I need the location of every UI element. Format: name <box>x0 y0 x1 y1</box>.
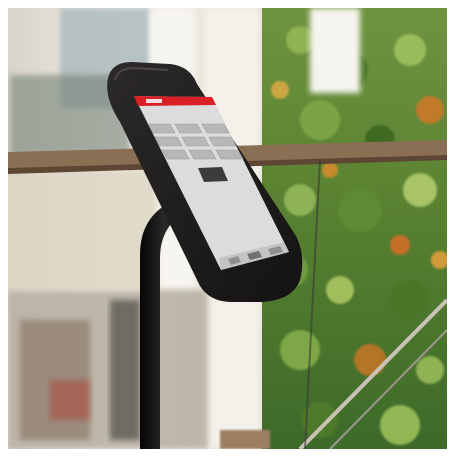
screen-tile[interactable] <box>147 123 176 134</box>
screen-tile[interactable] <box>208 136 237 147</box>
screen-tile[interactable] <box>188 149 217 160</box>
screen-tile[interactable] <box>201 123 230 134</box>
screen-tile[interactable] <box>161 149 190 160</box>
screen-header-logo <box>146 99 162 103</box>
photo <box>0 0 455 457</box>
photo-canvas <box>0 0 455 457</box>
screen-tile[interactable] <box>154 136 183 147</box>
screen-tile[interactable] <box>215 149 244 160</box>
screen-tile[interactable] <box>174 123 203 134</box>
screen-tile[interactable] <box>181 136 210 147</box>
